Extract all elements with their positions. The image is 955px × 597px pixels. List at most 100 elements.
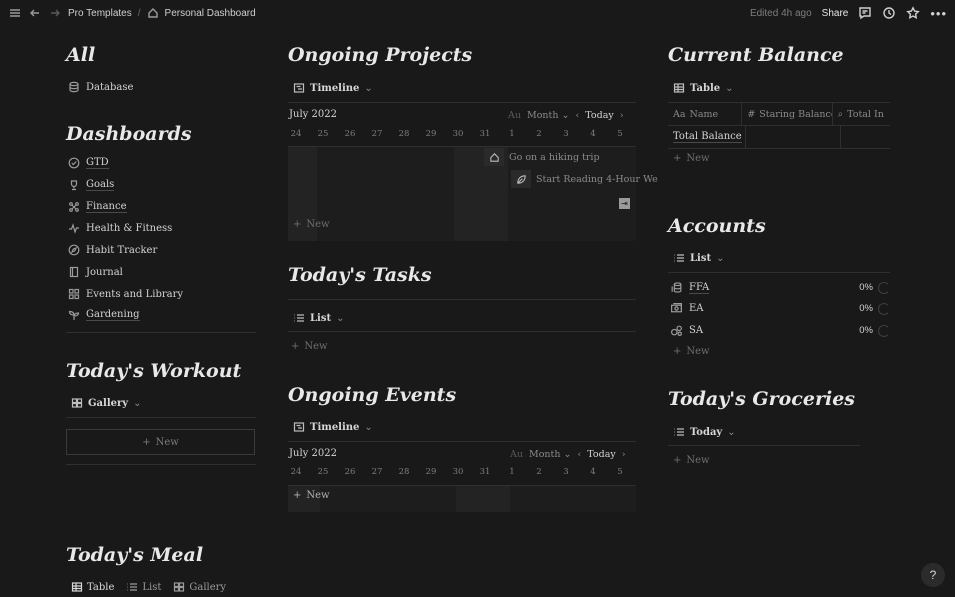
today-button[interactable]: Today — [587, 449, 615, 460]
chevron-left-icon[interactable]: ‹ — [575, 110, 579, 121]
balance-title: Current Balance — [668, 44, 844, 66]
meal-tab-label: Gallery — [189, 581, 227, 593]
projects-new-button[interactable]: + New — [293, 219, 330, 230]
plus-icon: + — [293, 219, 302, 230]
new-label: New — [686, 153, 710, 164]
database-icon — [69, 81, 79, 93]
projects-timeline-month: July 2022 — [289, 109, 337, 120]
projects-timeline-controls: Au Month ⌄ ‹ Today › — [508, 110, 624, 121]
all-title: All — [66, 44, 96, 66]
database-link[interactable]: Database — [68, 81, 133, 93]
divider — [668, 272, 890, 273]
menu-icon[interactable] — [8, 6, 22, 20]
dashboard-item-events-library[interactable]: Events and Library — [68, 288, 183, 300]
text-property-icon: Aa — [673, 108, 686, 120]
table-row[interactable]: Total Balance — [668, 126, 890, 148]
accounts-view-selector[interactable]: List ⌄ — [673, 252, 724, 264]
progress-ring — [878, 324, 890, 337]
accounts-new-button[interactable]: + New — [673, 346, 710, 357]
groceries-view-label: Today — [690, 426, 723, 438]
breadcrumb-personal-dashboard[interactable]: Personal Dashboard — [165, 8, 256, 19]
back-arrow-icon[interactable] — [28, 6, 42, 20]
dashboard-item-gtd[interactable]: GTD — [68, 157, 109, 169]
groceries-new-button[interactable]: + New — [673, 455, 710, 466]
dashboards-title: Dashboards — [66, 123, 192, 145]
dashboard-item-finance[interactable]: Finance — [68, 201, 127, 213]
meal-tab-table[interactable]: Table — [71, 581, 114, 593]
list-item[interactable]: SA 0% — [670, 324, 890, 337]
dashboard-item-label: Events and Library — [86, 288, 184, 300]
events-view-selector[interactable]: Timeline ⌄ — [293, 421, 373, 433]
progress-ring — [878, 302, 890, 315]
groceries-view-selector[interactable]: Today ⌄ — [673, 426, 736, 438]
projects-view-selector[interactable]: Timeline ⌄ — [293, 82, 373, 94]
workout-view-selector[interactable]: Gallery ⌄ — [71, 397, 141, 409]
project-item-label: Start Reading 4-Hour We — [536, 173, 658, 185]
star-icon[interactable] — [906, 6, 921, 20]
month-select[interactable]: Month ⌄ — [527, 110, 570, 121]
column-header-total-in[interactable]: ⌕ Total In — [833, 103, 890, 125]
events-timeline-month: July 2022 — [289, 448, 337, 459]
month-select[interactable]: Month ⌄ — [529, 449, 572, 460]
divider — [66, 332, 256, 333]
compass-icon — [68, 244, 80, 256]
list-item[interactable]: EA 0% — [670, 302, 890, 315]
grid-icon — [68, 288, 80, 300]
workout-new-button[interactable]: + New — [66, 429, 255, 455]
dashboard-item-goals[interactable]: Goals — [68, 179, 115, 191]
project-item-hiking[interactable]: Go on a hiking trip — [484, 148, 600, 166]
timeline-icon — [293, 83, 305, 93]
workout-title: Today's Workout — [66, 360, 242, 382]
meal-tab-label: List — [142, 581, 162, 593]
balance-view-selector[interactable]: Table ⌄ — [673, 82, 734, 94]
dashboard-item-health-fitness[interactable]: Health & Fitness — [68, 222, 172, 234]
timeline-icon — [293, 422, 305, 432]
list-icon — [674, 428, 684, 436]
column-header-name[interactable]: Aa Name — [668, 103, 743, 125]
trophy-icon — [70, 180, 78, 191]
meal-tab-gallery[interactable]: Gallery — [173, 581, 226, 593]
events-timeline-days: 24 25 26 27 28 29 30 31 1 2 3 4 5 — [290, 467, 623, 477]
meal-view-tabs: Table List Gallery — [71, 581, 226, 593]
meal-title: Today's Meal — [66, 544, 204, 566]
history-clock-icon[interactable] — [882, 6, 896, 20]
accounts-title: Accounts — [668, 215, 766, 237]
events-new-button[interactable]: + New — [293, 490, 330, 501]
divider — [288, 299, 636, 300]
divider — [66, 464, 256, 465]
balance-new-button[interactable]: + New — [673, 153, 710, 164]
comment-icon[interactable] — [858, 6, 872, 20]
plus-icon: + — [291, 341, 300, 352]
list-item[interactable]: FFA 0% — [670, 281, 890, 294]
plus-icon: + — [673, 153, 682, 164]
next-month-fade-label: Au — [508, 110, 521, 121]
top-bar: Pro Templates / Personal Dashboard Edite… — [0, 0, 955, 26]
events-view-label: Timeline — [310, 421, 360, 433]
events-timeline-grid[interactable] — [288, 486, 636, 512]
projects-timeline-days: 24 25 26 27 28 29 30 31 1 2 3 4 5 — [290, 129, 623, 139]
workout-view-label: Gallery — [88, 397, 129, 409]
chevron-right-icon[interactable]: › — [620, 110, 624, 121]
dashboard-item-habit-tracker[interactable]: Habit Tracker — [68, 244, 157, 256]
tasks-view-selector[interactable]: List ⌄ — [293, 312, 344, 324]
forward-arrow-icon[interactable] — [48, 6, 62, 20]
dashboard-item-journal[interactable]: Journal — [68, 266, 123, 278]
share-button[interactable]: Share — [822, 8, 849, 19]
progress-ring — [878, 281, 890, 294]
cash-icon — [671, 303, 682, 313]
dashboard-item-gardening[interactable]: Gardening — [68, 309, 140, 321]
meal-tab-list[interactable]: List — [126, 581, 161, 593]
row-name-cell[interactable]: Total Balance — [673, 131, 742, 143]
breadcrumb-pro-templates[interactable]: Pro Templates — [68, 8, 132, 19]
help-button[interactable]: ? — [921, 563, 945, 587]
column-header-staring-balance[interactable]: # Staring Balance — [742, 103, 833, 125]
more-options-icon[interactable]: ••• — [930, 6, 947, 21]
scroll-right-icon[interactable]: ⇥ — [619, 198, 630, 209]
tasks-new-button[interactable]: + New — [291, 341, 328, 352]
project-item-reading[interactable]: Start Reading 4-Hour We — [511, 170, 658, 188]
chevron-left-icon[interactable]: ‹ — [577, 449, 581, 460]
today-button[interactable]: Today — [585, 110, 613, 121]
chevron-right-icon[interactable]: › — [622, 449, 626, 460]
table-icon — [673, 83, 685, 93]
database-label: Database — [86, 81, 134, 93]
